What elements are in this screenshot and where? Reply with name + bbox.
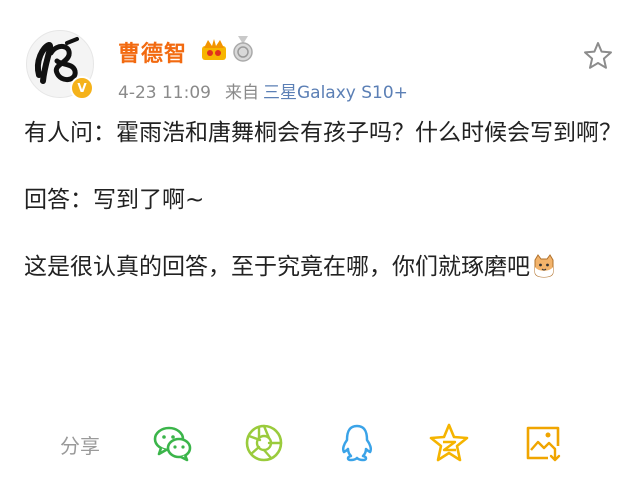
post-time: 4-23 11:09 bbox=[118, 83, 211, 103]
verified-badge-icon: V bbox=[70, 76, 94, 100]
avatar[interactable]: V bbox=[26, 30, 96, 100]
save-image-icon[interactable] bbox=[522, 422, 564, 464]
device-source-link[interactable]: 三星Galaxy S10+ bbox=[263, 83, 408, 103]
weibo-post: V 曹德智 4-23 11:09 来自 三星Galaxy S10+ 有人问：霍雨浩和… bbox=[0, 0, 640, 477]
post-paragraph: 有人问：霍雨浩和唐舞桐会有孩子吗？什么时候会写到啊？ bbox=[24, 120, 622, 146]
cat-emoji-icon bbox=[532, 254, 556, 288]
medal-icon[interactable] bbox=[232, 36, 254, 66]
qq-icon[interactable] bbox=[336, 422, 378, 464]
source-prefix: 来自 bbox=[224, 83, 259, 103]
post-paragraph-text: 这是很认真的回答，至于究竟在哪，你们就琢磨吧 bbox=[24, 254, 530, 280]
star-icon bbox=[584, 42, 612, 69]
username[interactable]: 曹德智 bbox=[118, 36, 187, 68]
post-paragraph: 回答：写到了啊~ bbox=[24, 187, 205, 213]
share-label: 分享 bbox=[60, 434, 100, 458]
share-bar: 分享 bbox=[0, 418, 640, 468]
post-paragraph-last: 这是很认真的回答，至于究竟在哪，你们就琢磨吧 bbox=[24, 250, 624, 288]
favorite-star-button[interactable] bbox=[582, 40, 614, 72]
wechat-icon[interactable] bbox=[152, 422, 194, 464]
post-content: 有人问：霍雨浩和唐舞桐会有孩子吗？什么时候会写到啊？ 回答：写到了啊~ 这是很认… bbox=[24, 116, 624, 288]
vip-crown-icon[interactable] bbox=[200, 38, 228, 66]
post-meta: 4-23 11:09 来自 三星Galaxy S10+ bbox=[118, 78, 408, 103]
moments-icon[interactable] bbox=[243, 422, 285, 464]
qzone-icon[interactable] bbox=[428, 422, 470, 464]
